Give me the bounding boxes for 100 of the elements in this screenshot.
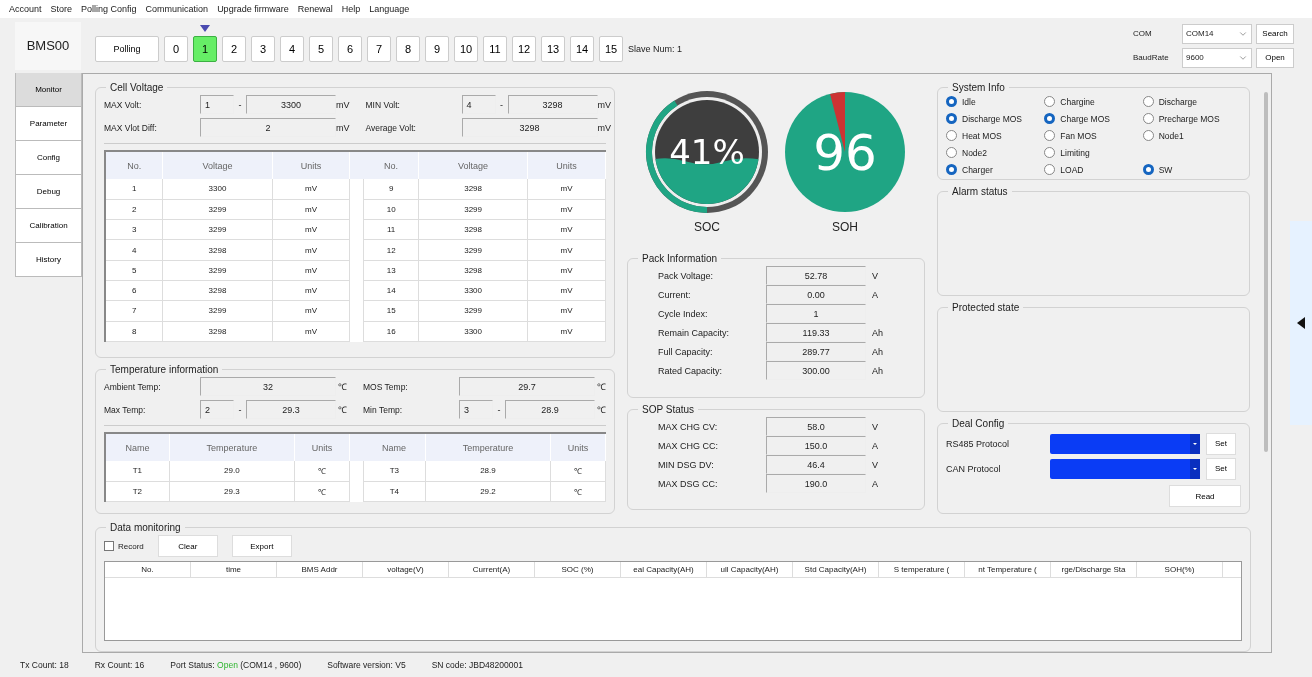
column-header: Temperature xyxy=(169,433,295,461)
table-cell: ℃ xyxy=(550,461,606,482)
unit-text: A xyxy=(872,478,878,489)
column-header: Name xyxy=(105,433,170,461)
toolbar-button[interactable]: Export xyxy=(231,535,292,557)
table-cell: T4 xyxy=(363,481,426,502)
slave-button[interactable]: 13 xyxy=(541,35,565,62)
status-radio[interactable]: SW xyxy=(1142,163,1241,176)
slave-button[interactable]: 14 xyxy=(570,35,594,62)
status-radio[interactable]: LOAD xyxy=(1044,163,1143,176)
status-radio[interactable]: Heat MOS xyxy=(946,129,1045,142)
sidebar-tab[interactable]: Monitor xyxy=(15,73,82,107)
baud-rate-select[interactable]: 9600 xyxy=(1182,47,1252,68)
menu-item[interactable]: Help xyxy=(341,4,361,14)
table-cell: mV xyxy=(527,219,606,240)
gauge-label: SOC xyxy=(694,220,720,234)
slave-button[interactable]: 10 xyxy=(454,35,478,62)
dash-text: - xyxy=(237,404,243,415)
soc-value: 41% xyxy=(669,132,745,172)
slave-button[interactable]: 9 xyxy=(425,35,449,62)
slave-button[interactable]: 4 xyxy=(280,35,304,62)
table-cell: 3299 xyxy=(162,260,273,281)
menu-item[interactable]: Account xyxy=(9,4,42,14)
sidebar-tab[interactable]: Config xyxy=(15,141,82,175)
table-cell: 15 xyxy=(363,300,419,322)
column-header: Units xyxy=(550,433,606,461)
value-field: 28.9 xyxy=(505,400,595,419)
toolbar-button[interactable]: Clear xyxy=(157,535,218,557)
sidebar-tab[interactable]: Parameter xyxy=(15,107,82,141)
status-radio[interactable]: Charge MOS xyxy=(1044,112,1143,125)
index-field: 2 xyxy=(200,400,234,419)
com-select[interactable]: COM14 xyxy=(1182,23,1252,44)
set-button[interactable]: Set xyxy=(1206,457,1236,480)
slave-button[interactable]: 15 xyxy=(599,35,623,62)
status-radio[interactable]: Precharge MOS xyxy=(1142,112,1241,125)
field-label: MAX Vlot Diff: xyxy=(104,122,158,133)
polling-button[interactable]: Polling xyxy=(95,35,159,62)
table-cell: 12 xyxy=(363,239,419,261)
table-cell: 29.0 xyxy=(169,461,295,482)
table-cell: mV xyxy=(527,199,606,220)
sidebar-tab[interactable]: Calibration xyxy=(15,209,82,243)
slave-button[interactable]: 12 xyxy=(512,35,536,62)
field-label: Max Temp: xyxy=(104,404,147,415)
slave-button[interactable]: 0 xyxy=(164,35,188,62)
column-header: time xyxy=(191,562,277,577)
status-radio[interactable]: Idle xyxy=(946,95,1045,108)
field-label: MAX CHG CC: xyxy=(658,440,719,451)
table-cell: mV xyxy=(272,300,350,322)
table-cell: 4 xyxy=(105,239,163,261)
column-header: BMS Addr xyxy=(277,562,363,577)
search-button[interactable]: Search xyxy=(1256,23,1294,44)
status-radio[interactable]: Fan MOS xyxy=(1044,129,1143,142)
table-cell: mV xyxy=(272,179,350,200)
table-cell: 13 xyxy=(363,260,419,281)
table-cell: T2 xyxy=(105,481,170,502)
serial-number: SN code: JBD48200001 xyxy=(431,660,523,670)
protocol-select[interactable] xyxy=(1050,458,1200,479)
record-checkbox[interactable]: Record xyxy=(104,541,144,551)
slave-button[interactable]: 8 xyxy=(396,35,420,62)
table-cell: 9 xyxy=(363,179,419,200)
slave-button[interactable]: 3 xyxy=(251,35,275,62)
protocol-select[interactable] xyxy=(1050,433,1200,454)
menu-item[interactable]: Communication xyxy=(145,4,209,14)
menu-item[interactable]: Polling Config xyxy=(81,4,137,14)
group-title: Protected state xyxy=(951,302,1021,313)
column-header: Std Capacity(AH) xyxy=(793,562,879,577)
menu-item[interactable]: Language xyxy=(369,4,410,14)
menu-item[interactable]: Renewal xyxy=(297,4,333,14)
slave-button[interactable]: 5 xyxy=(309,35,333,62)
table-cell: mV xyxy=(527,321,606,342)
field-label: Rated Capacity: xyxy=(658,365,724,376)
menu-item[interactable]: Store xyxy=(50,4,73,14)
slave-button[interactable]: 11 xyxy=(483,35,507,62)
slave-button[interactable]: 2 xyxy=(222,35,246,62)
read-button[interactable]: Read xyxy=(1169,485,1241,507)
status-radio[interactable]: Chargine xyxy=(1044,95,1143,108)
collapse-handle[interactable] xyxy=(1290,221,1312,425)
sidebar-tab[interactable]: Debug xyxy=(15,175,82,209)
unit-text: ℃ xyxy=(597,404,606,416)
dash-text: - xyxy=(499,99,504,110)
slave-button[interactable]: 6 xyxy=(338,35,362,62)
status-radio[interactable]: Node1 xyxy=(1142,129,1241,142)
status-radio[interactable]: Discharge xyxy=(1142,95,1241,108)
table-cell: mV xyxy=(527,260,606,281)
status-radio[interactable]: Limiting xyxy=(1044,146,1143,159)
table-cell: 16 xyxy=(363,321,419,342)
table-cell: mV xyxy=(527,179,606,200)
status-radio[interactable]: Charger xyxy=(946,163,1045,176)
column-header: SOH(%) xyxy=(1137,562,1223,577)
slave-button[interactable]: 7 xyxy=(367,35,391,62)
status-radio[interactable]: Discharge MOS xyxy=(946,112,1045,125)
set-button[interactable]: Set xyxy=(1206,432,1236,455)
status-radio[interactable]: Node2 xyxy=(946,146,1045,159)
value-field: 3298 xyxy=(461,118,598,137)
open-button[interactable]: Open xyxy=(1256,47,1294,68)
sidebar-tab[interactable]: History xyxy=(15,243,82,277)
unit-text: Ah xyxy=(872,327,883,338)
scrollbar-thumb[interactable] xyxy=(1264,92,1268,452)
column-header: nt Temperature ( xyxy=(965,562,1051,577)
menu-item[interactable]: Upgrade firmware xyxy=(217,4,289,14)
